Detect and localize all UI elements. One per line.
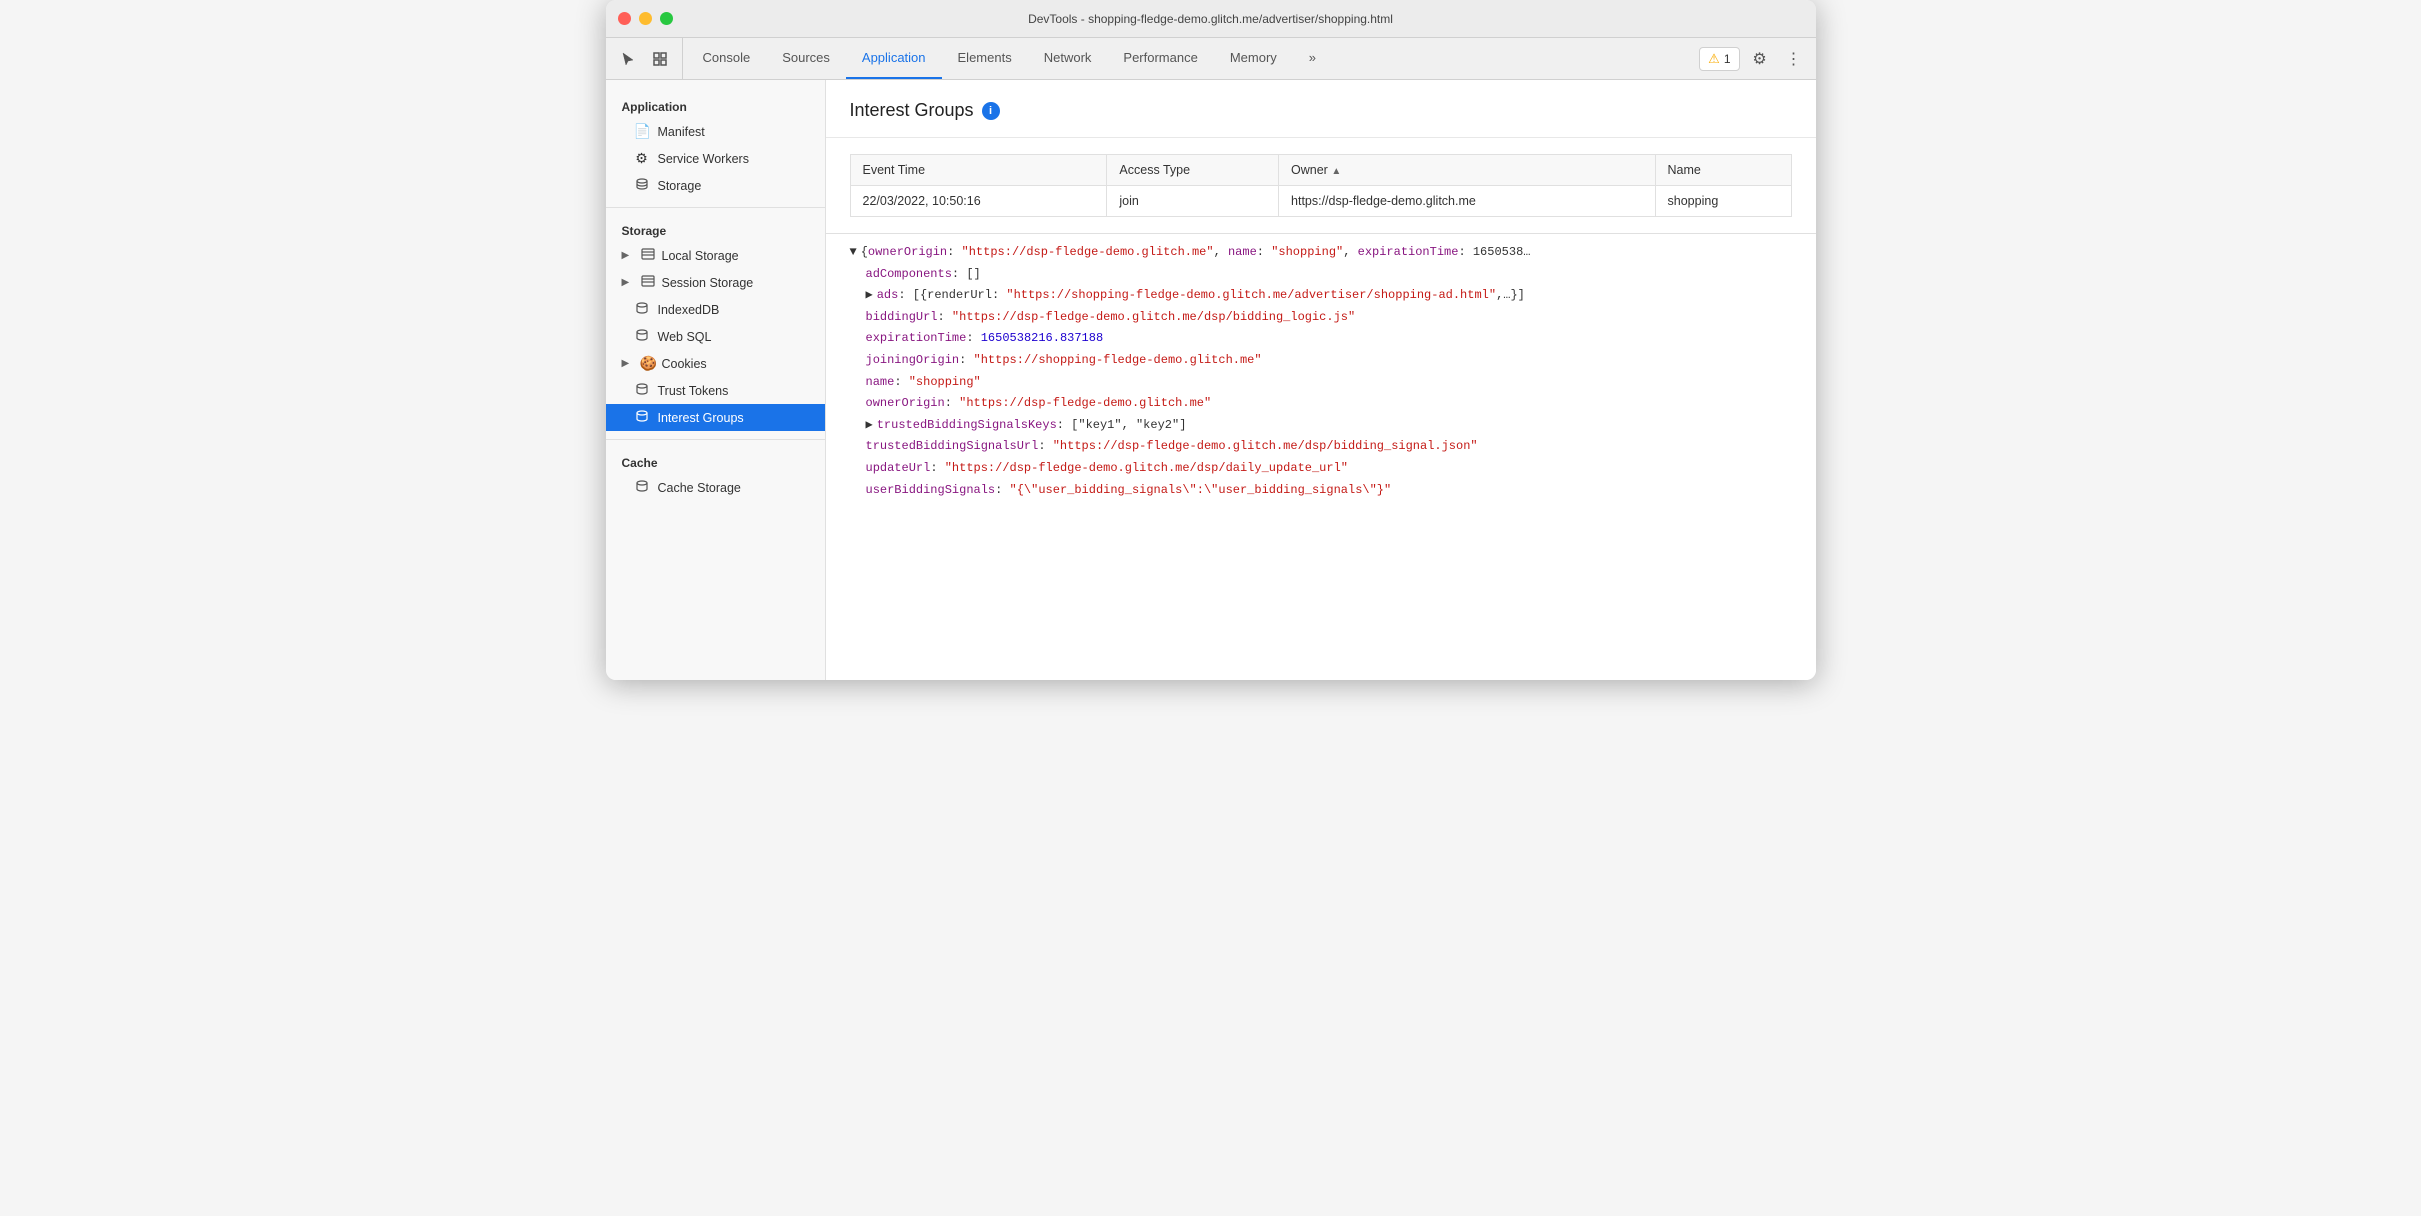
service-workers-icon: ⚙ — [634, 150, 650, 167]
detail-line-userbiddingsignals: userBiddingSignals: "{\"user_bidding_sig… — [850, 480, 1792, 502]
detail-line-ownerorigin: ownerOrigin: "https://dsp-fledge-demo.gl… — [850, 393, 1792, 415]
sidebar: Application 📄 Manifest ⚙ Service Workers… — [606, 80, 826, 680]
tab-more[interactable]: » — [1293, 38, 1332, 79]
detail-root-line: ▼ {ownerOrigin: "https://dsp-fledge-demo… — [850, 242, 1792, 264]
expand-arrow-session: ▶ — [622, 277, 634, 288]
tab-memory[interactable]: Memory — [1214, 38, 1293, 79]
cell-access-type: join — [1107, 186, 1279, 217]
detail-line-joiningorigin: joiningOrigin: "https://shopping-fledge-… — [850, 350, 1792, 372]
detail-line-trustedbiddingsignalskeys: ▶ trustedBiddingSignalsKeys: ["key1", "k… — [850, 415, 1792, 437]
inspect-icon[interactable] — [646, 45, 674, 73]
sidebar-divider-2 — [606, 439, 825, 440]
devtools-window: DevTools - shopping-fledge-demo.glitch.m… — [606, 0, 1816, 680]
sidebar-item-cache-storage[interactable]: Cache Storage — [606, 474, 825, 501]
cell-event-time: 22/03/2022, 10:50:16 — [850, 186, 1107, 217]
table-row[interactable]: 22/03/2022, 10:50:16 join https://dsp-fl… — [850, 186, 1791, 217]
sidebar-item-web-sql[interactable]: Web SQL — [606, 323, 825, 350]
sidebar-divider-1 — [606, 207, 825, 208]
main-layout: Application 📄 Manifest ⚙ Service Workers… — [606, 80, 1816, 680]
detail-line-trustedbiddingsignalsurl: trustedBiddingSignalsUrl: "https://dsp-f… — [850, 436, 1792, 458]
window-controls — [618, 12, 673, 25]
tab-network[interactable]: Network — [1028, 38, 1108, 79]
collapse-ads-arrow[interactable]: ▶ — [866, 285, 873, 307]
storage-app-icon — [634, 177, 650, 194]
sidebar-section-cache: Cache — [606, 448, 825, 474]
toolbar-icons — [614, 38, 683, 79]
sidebar-item-local-storage[interactable]: ▶ Local Storage — [606, 242, 825, 269]
content-panel: Interest Groups i Event Time Access Type… — [826, 80, 1816, 680]
col-header-owner[interactable]: Owner ▲ — [1279, 155, 1656, 186]
sidebar-item-storage-app[interactable]: Storage — [606, 172, 825, 199]
detail-panel: ▼ {ownerOrigin: "https://dsp-fledge-demo… — [826, 233, 1816, 509]
warning-icon: ⚠ — [1708, 51, 1720, 67]
detail-line-ads: ▶ ads: [{renderUrl: "https://shopping-fl… — [850, 285, 1792, 307]
tab-bar: Console Sources Application Elements Net… — [687, 38, 1692, 79]
cursor-icon[interactable] — [614, 45, 642, 73]
sidebar-section-application: Application — [606, 92, 825, 118]
sidebar-item-trust-tokens[interactable]: Trust Tokens — [606, 377, 825, 404]
expand-arrow-local: ▶ — [622, 250, 634, 261]
maximize-button[interactable] — [660, 12, 673, 25]
tab-sources[interactable]: Sources — [766, 38, 846, 79]
sidebar-item-cookies[interactable]: ▶ 🍪 Cookies — [606, 350, 825, 377]
toolbar-right: ⚠ 1 ⚙ ⋮ — [1691, 38, 1807, 79]
expand-arrow-cookies: ▶ — [622, 358, 634, 369]
detail-line-expirationtime: expirationTime: 1650538216.837188 — [850, 328, 1792, 350]
detail-line-name: name: "shopping" — [850, 372, 1792, 394]
cookies-icon: 🍪 — [640, 355, 656, 372]
sidebar-item-manifest[interactable]: 📄 Manifest — [606, 118, 825, 145]
local-storage-icon — [640, 247, 656, 264]
detail-root-text: {ownerOrigin: "https://dsp-fledge-demo.g… — [861, 242, 1531, 264]
minimize-button[interactable] — [639, 12, 652, 25]
collapse-tbsk-arrow[interactable]: ▶ — [866, 415, 873, 437]
more-options-button[interactable]: ⋮ — [1780, 45, 1808, 73]
col-header-event-time: Event Time — [850, 155, 1107, 186]
cell-name: shopping — [1655, 186, 1791, 217]
detail-line-adcomponents: adComponents: [] — [850, 264, 1792, 286]
sidebar-section-storage: Storage — [606, 216, 825, 242]
settings-button[interactable]: ⚙ — [1746, 45, 1774, 73]
page-title: Interest Groups — [850, 100, 974, 121]
tab-elements[interactable]: Elements — [942, 38, 1028, 79]
trust-tokens-icon — [634, 382, 650, 399]
info-icon[interactable]: i — [982, 102, 1000, 120]
window-title: DevTools - shopping-fledge-demo.glitch.m… — [1028, 12, 1393, 26]
sidebar-item-indexeddb[interactable]: IndexedDB — [606, 296, 825, 323]
collapse-root-arrow[interactable]: ▼ — [850, 242, 857, 264]
indexeddb-icon — [634, 301, 650, 318]
titlebar: DevTools - shopping-fledge-demo.glitch.m… — [606, 0, 1816, 38]
page-header: Interest Groups i — [826, 80, 1816, 138]
cell-owner: https://dsp-fledge-demo.glitch.me — [1279, 186, 1656, 217]
manifest-icon: 📄 — [634, 123, 650, 140]
sidebar-item-interest-groups[interactable]: Interest Groups — [606, 404, 825, 431]
sort-arrow-owner: ▲ — [1331, 166, 1341, 177]
cache-storage-icon — [634, 479, 650, 496]
detail-line-biddingurl: biddingUrl: "https://dsp-fledge-demo.gli… — [850, 307, 1792, 329]
sidebar-item-session-storage[interactable]: ▶ Session Storage — [606, 269, 825, 296]
close-button[interactable] — [618, 12, 631, 25]
interest-groups-table: Event Time Access Type Owner ▲ Name — [850, 154, 1792, 217]
tab-console[interactable]: Console — [687, 38, 767, 79]
tab-application[interactable]: Application — [846, 38, 942, 79]
sidebar-item-service-workers[interactable]: ⚙ Service Workers — [606, 145, 825, 172]
interest-groups-icon — [634, 409, 650, 426]
detail-line-updateurl: updateUrl: "https://dsp-fledge-demo.glit… — [850, 458, 1792, 480]
col-header-access-type: Access Type — [1107, 155, 1279, 186]
col-header-name: Name — [1655, 155, 1791, 186]
toolbar: Console Sources Application Elements Net… — [606, 38, 1816, 80]
warning-badge[interactable]: ⚠ 1 — [1699, 47, 1739, 71]
session-storage-icon — [640, 274, 656, 291]
tab-performance[interactable]: Performance — [1107, 38, 1213, 79]
web-sql-icon — [634, 328, 650, 345]
